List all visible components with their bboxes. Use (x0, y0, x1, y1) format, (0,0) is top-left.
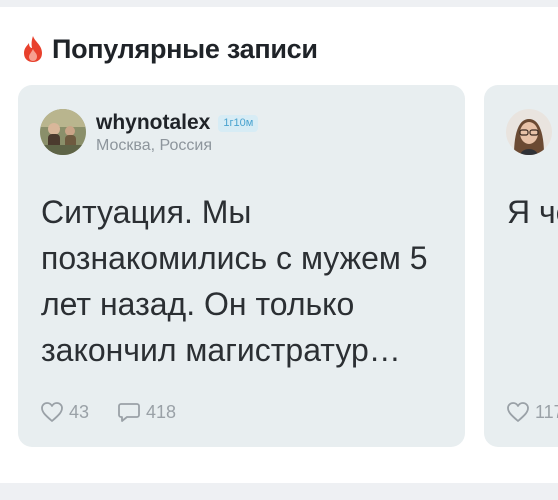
author-name[interactable]: whynotalex (96, 111, 210, 135)
comment-count: 418 (146, 401, 177, 422)
post-text[interactable]: Я че впе дов рац (507, 189, 558, 235)
post-card[interactable]: whynotalex 1г10м Москва, Россия Ситуация… (18, 85, 465, 447)
post-card[interactable]: Я че впе дов рац 117 (484, 85, 558, 447)
heart-icon (507, 402, 529, 422)
author-avatar[interactable] (506, 109, 552, 155)
comment-button[interactable]: 418 (117, 401, 176, 423)
popular-posts-panel: Популярные записи whynotalex 1г10м Москв… (0, 7, 558, 483)
comment-icon (118, 403, 140, 422)
avatar-image (506, 109, 552, 155)
like-button[interactable]: 117 (506, 401, 558, 423)
flame-icon (24, 36, 42, 62)
like-button[interactable]: 43 (40, 401, 89, 423)
avatar-image (40, 109, 86, 155)
time-badge: 1г10м (218, 114, 259, 132)
post-stats: 43 418 (40, 401, 176, 423)
section-header: Популярные записи (22, 29, 318, 69)
bottom-divider (0, 486, 558, 500)
author-avatar[interactable] (40, 109, 86, 155)
author-location: Москва, Россия (96, 137, 212, 154)
post-stats: 117 (506, 401, 558, 423)
author-row: whynotalex 1г10м (96, 111, 259, 135)
heart-icon (41, 402, 63, 422)
like-count: 117 (535, 401, 558, 422)
like-count: 43 (69, 401, 90, 422)
section-title: Популярные записи (52, 33, 318, 64)
post-text[interactable]: Ситуация. Мы познакомились с мужем 5 лет… (41, 189, 451, 373)
